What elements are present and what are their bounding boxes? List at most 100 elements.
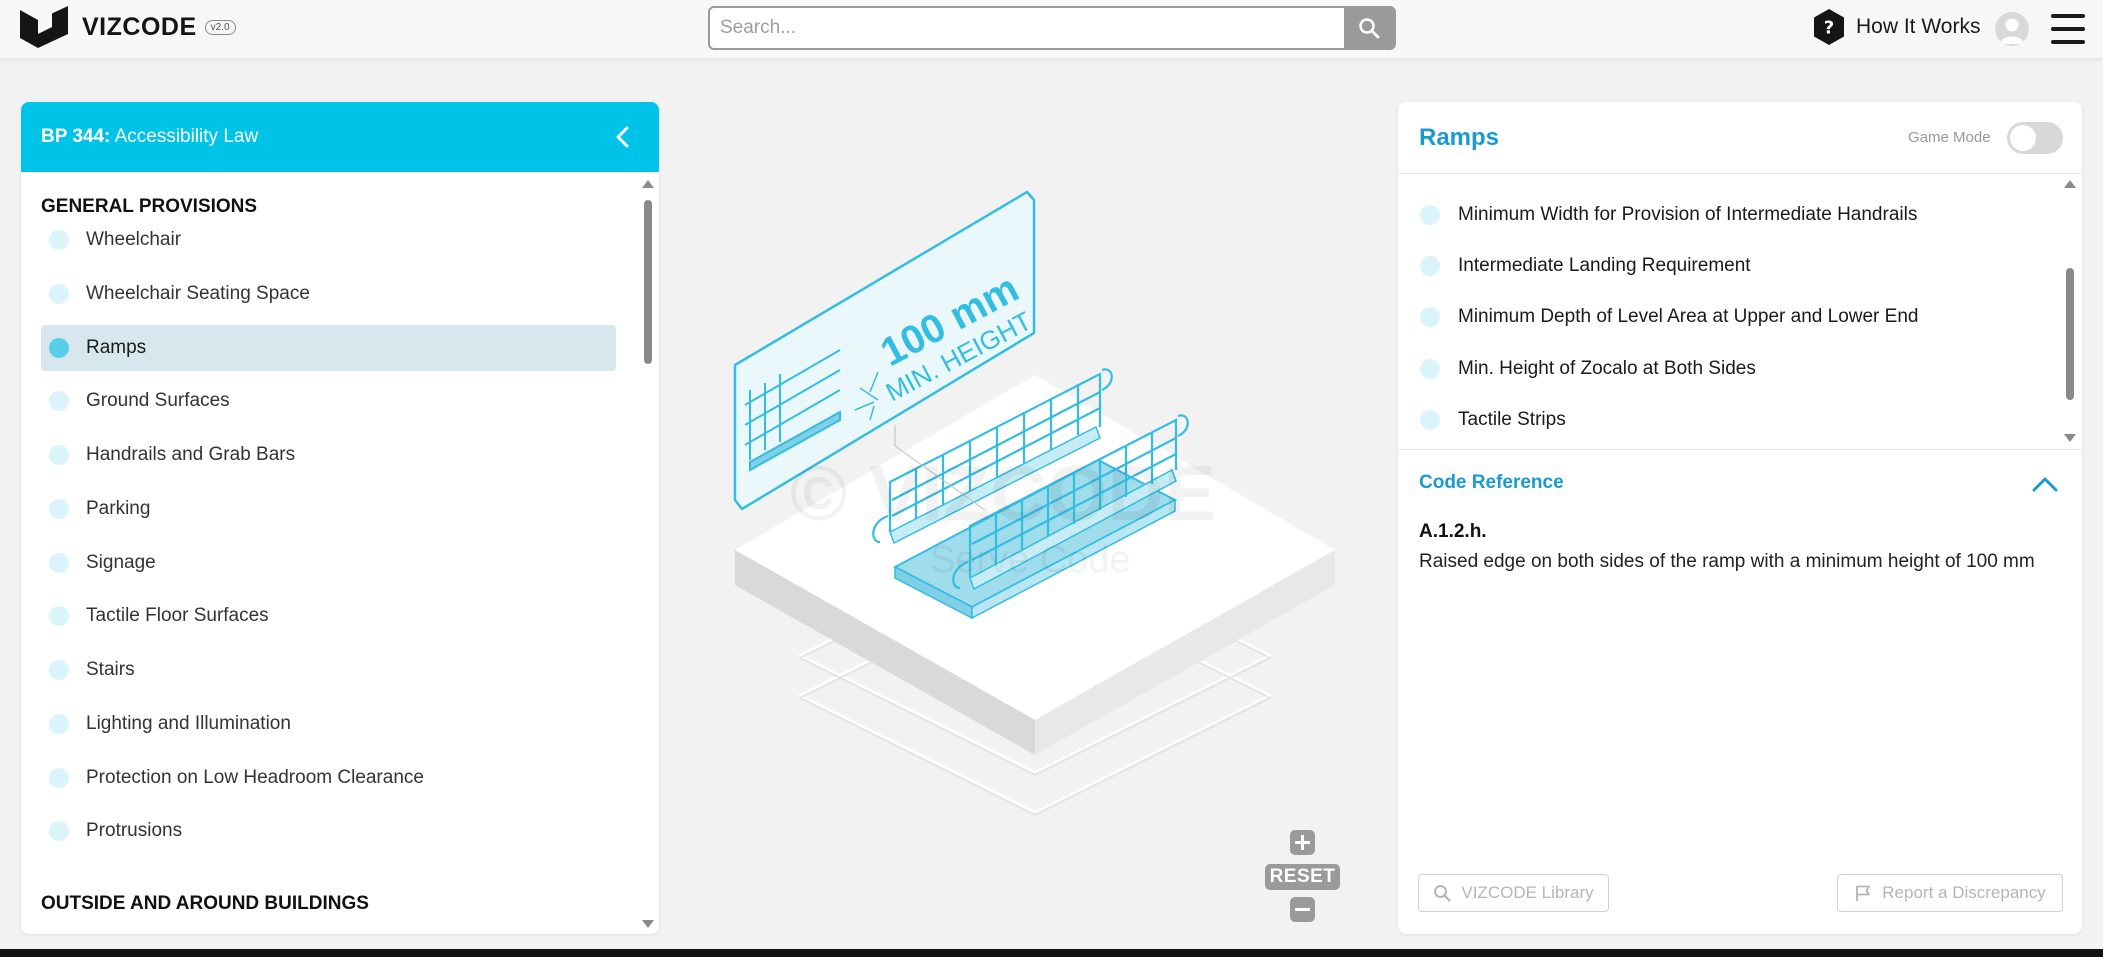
topic-item-ramps[interactable]: Ramps: [41, 325, 616, 371]
divider: [1398, 173, 2082, 174]
topic-item-handrails-and-grab-bars[interactable]: Handrails and Grab Bars: [41, 432, 616, 478]
subtopic-item-min-height-zocalo[interactable]: Min. Height of Zocalo at Both Sides: [1420, 358, 1756, 380]
topic-item-tactile-floor-surfaces[interactable]: Tactile Floor Surfaces: [41, 593, 616, 639]
search-button[interactable]: [1344, 8, 1394, 48]
topics-panel: BP 344: Accessibility Law GENERAL PROVIS…: [21, 102, 659, 934]
subtopic-item-tactile-strips[interactable]: Tactile Strips: [1420, 409, 1566, 431]
code-reference-heading[interactable]: Code Reference: [1419, 472, 1564, 494]
topic-item-ground-surfaces[interactable]: Ground Surfaces: [41, 378, 616, 424]
scroll-thumb[interactable]: [2066, 268, 2074, 400]
chevron-up-icon[interactable]: [2031, 472, 2059, 496]
section-title-outside-around-buildings: OUTSIDE AND AROUND BUILDINGS: [41, 893, 369, 914]
scroll-down-arrow-icon[interactable]: [642, 920, 654, 928]
toggle-knob: [2010, 125, 2036, 151]
subtopic-item-intermediate-landing[interactable]: Intermediate Landing Requirement: [1420, 255, 1751, 277]
vizcode-library-button[interactable]: VIZCODE Library: [1418, 874, 1609, 912]
bullet-dot: [49, 660, 69, 680]
bullet-dot: [49, 821, 69, 841]
subtopic-label: Intermediate Landing Requirement: [1458, 255, 1751, 276]
reset-view-button[interactable]: RESET: [1265, 864, 1340, 890]
how-it-works-label: How It Works: [1856, 15, 1981, 38]
subtopic-item-min-depth-level-area[interactable]: Minimum Depth of Level Area at Upper and…: [1420, 306, 1918, 328]
bullet-dot: [49, 553, 69, 573]
topic-label: Handrails and Grab Bars: [86, 444, 296, 465]
topic-label: Wheelchair Seating Space: [86, 283, 310, 304]
scroll-up-arrow-icon[interactable]: [642, 180, 654, 188]
bullet-dot: [1420, 205, 1440, 225]
collapse-panel-chevron-icon[interactable]: [609, 123, 637, 151]
search-icon: [1359, 18, 1380, 39]
topic-item-wheelchair-seating-space[interactable]: Wheelchair Seating Space: [41, 271, 616, 317]
topic-item-stairs[interactable]: Stairs: [41, 647, 616, 693]
topics-scrollbar[interactable]: [641, 180, 655, 928]
topic-label: Ground Surfaces: [86, 390, 230, 411]
hamburger-menu-icon[interactable]: [2051, 14, 2085, 44]
ramp-illustration[interactable]: 100 mm MIN. HEIGHT © VIZCODE Serve Code: [720, 170, 1350, 900]
svg-text:?: ?: [1824, 18, 1834, 39]
vizcode-logo-icon: [20, 6, 68, 48]
zoom-out-button[interactable]: [1290, 897, 1315, 922]
subtopic-label: Minimum Width for Provision of Intermedi…: [1458, 204, 1918, 225]
search-icon: [1434, 885, 1451, 902]
topic-item-parking[interactable]: Parking: [41, 486, 616, 532]
topic-item-wheelchair[interactable]: Wheelchair: [41, 217, 616, 263]
topics-list: GENERAL PROVISIONS Wheelchair Wheelchair…: [21, 172, 641, 934]
scroll-up-arrow-icon[interactable]: [2064, 180, 2076, 188]
plus-icon: [1295, 835, 1310, 850]
detail-title: Ramps: [1419, 124, 1500, 151]
panel-header: BP 344: Accessibility Law: [21, 102, 659, 172]
topic-label: Ramps: [86, 337, 147, 358]
topic-item-signage[interactable]: Signage: [41, 540, 616, 586]
user-avatar[interactable]: [1995, 12, 2029, 46]
scroll-down-arrow-icon[interactable]: [2064, 434, 2076, 442]
flag-icon: [1856, 885, 1871, 901]
topic-label: Protrusions: [86, 820, 183, 841]
code-reference-text: Raised edge on both sides of the ramp wi…: [1419, 551, 2035, 572]
topic-label: Tactile Floor Surfaces: [86, 605, 269, 626]
library-button-label: VIZCODE Library: [1461, 883, 1594, 902]
bullet-dot: [49, 230, 69, 250]
bullet-dot: [1420, 256, 1440, 276]
law-code: BP 344:: [41, 126, 111, 147]
version-badge: v2.0: [204, 19, 236, 35]
topic-label: Stairs: [86, 659, 135, 680]
subtopics-scrollbar[interactable]: [2063, 180, 2077, 442]
bullet-dot: [49, 606, 69, 626]
subtopic-label: Tactile Strips: [1458, 409, 1566, 430]
topic-item-lighting-and-illumination[interactable]: Lighting and Illumination: [41, 701, 616, 747]
topic-label: Parking: [86, 498, 151, 519]
how-it-works-link[interactable]: ? How It Works: [1812, 8, 1980, 46]
game-mode-label: Game Mode: [1908, 129, 1991, 146]
brand-name: VIZCODE: [82, 12, 197, 41]
subtopic-label: Minimum Depth of Level Area at Upper and…: [1458, 306, 1919, 327]
section-title-general-provisions: GENERAL PROVISIONS: [41, 196, 258, 217]
game-mode-toggle[interactable]: [2007, 122, 2063, 154]
minus-icon: [1295, 908, 1310, 911]
help-hexagon-icon: ?: [1814, 9, 1844, 45]
code-reference-id: A.1.2.h.: [1419, 521, 1487, 542]
topic-label: Signage: [86, 552, 156, 573]
report-button-label: Report a Discrepancy: [1882, 883, 2046, 902]
topic-label: Protection on Low Headroom Clearance: [86, 767, 424, 788]
topic-label: Lighting and Illumination: [86, 713, 291, 734]
scroll-thumb[interactable]: [644, 200, 652, 364]
topic-label: Wheelchair: [86, 229, 182, 250]
bullet-dot: [1420, 410, 1440, 430]
subtopic-item-min-width-intermediate-handrails[interactable]: Minimum Width for Provision of Intermedi…: [1420, 204, 1917, 226]
bullet-dot: [49, 284, 69, 304]
bottom-edge-bar: [0, 949, 2103, 957]
bullet-dot: [1420, 307, 1440, 327]
top-navigation-bar: VIZCODE v2.0 ? How It Works: [0, 0, 2103, 58]
detail-panel: Ramps Game Mode Minimum Width for Provis…: [1398, 102, 2082, 934]
watermark-text: © VIZCODE: [790, 449, 1216, 537]
zoom-in-button[interactable]: [1290, 830, 1315, 855]
topic-item-protection-low-headroom[interactable]: Protection on Low Headroom Clearance: [41, 755, 616, 801]
report-discrepancy-button[interactable]: Report a Discrepancy: [1837, 874, 2063, 912]
bullet-dot: [49, 338, 69, 358]
search-input[interactable]: [710, 8, 1340, 48]
search-bar: [708, 6, 1396, 50]
bullet-dot: [49, 768, 69, 788]
topic-item-protrusions[interactable]: Protrusions: [41, 808, 616, 854]
brand-logo[interactable]: VIZCODE v2.0: [20, 6, 236, 48]
divider: [1398, 449, 2082, 450]
